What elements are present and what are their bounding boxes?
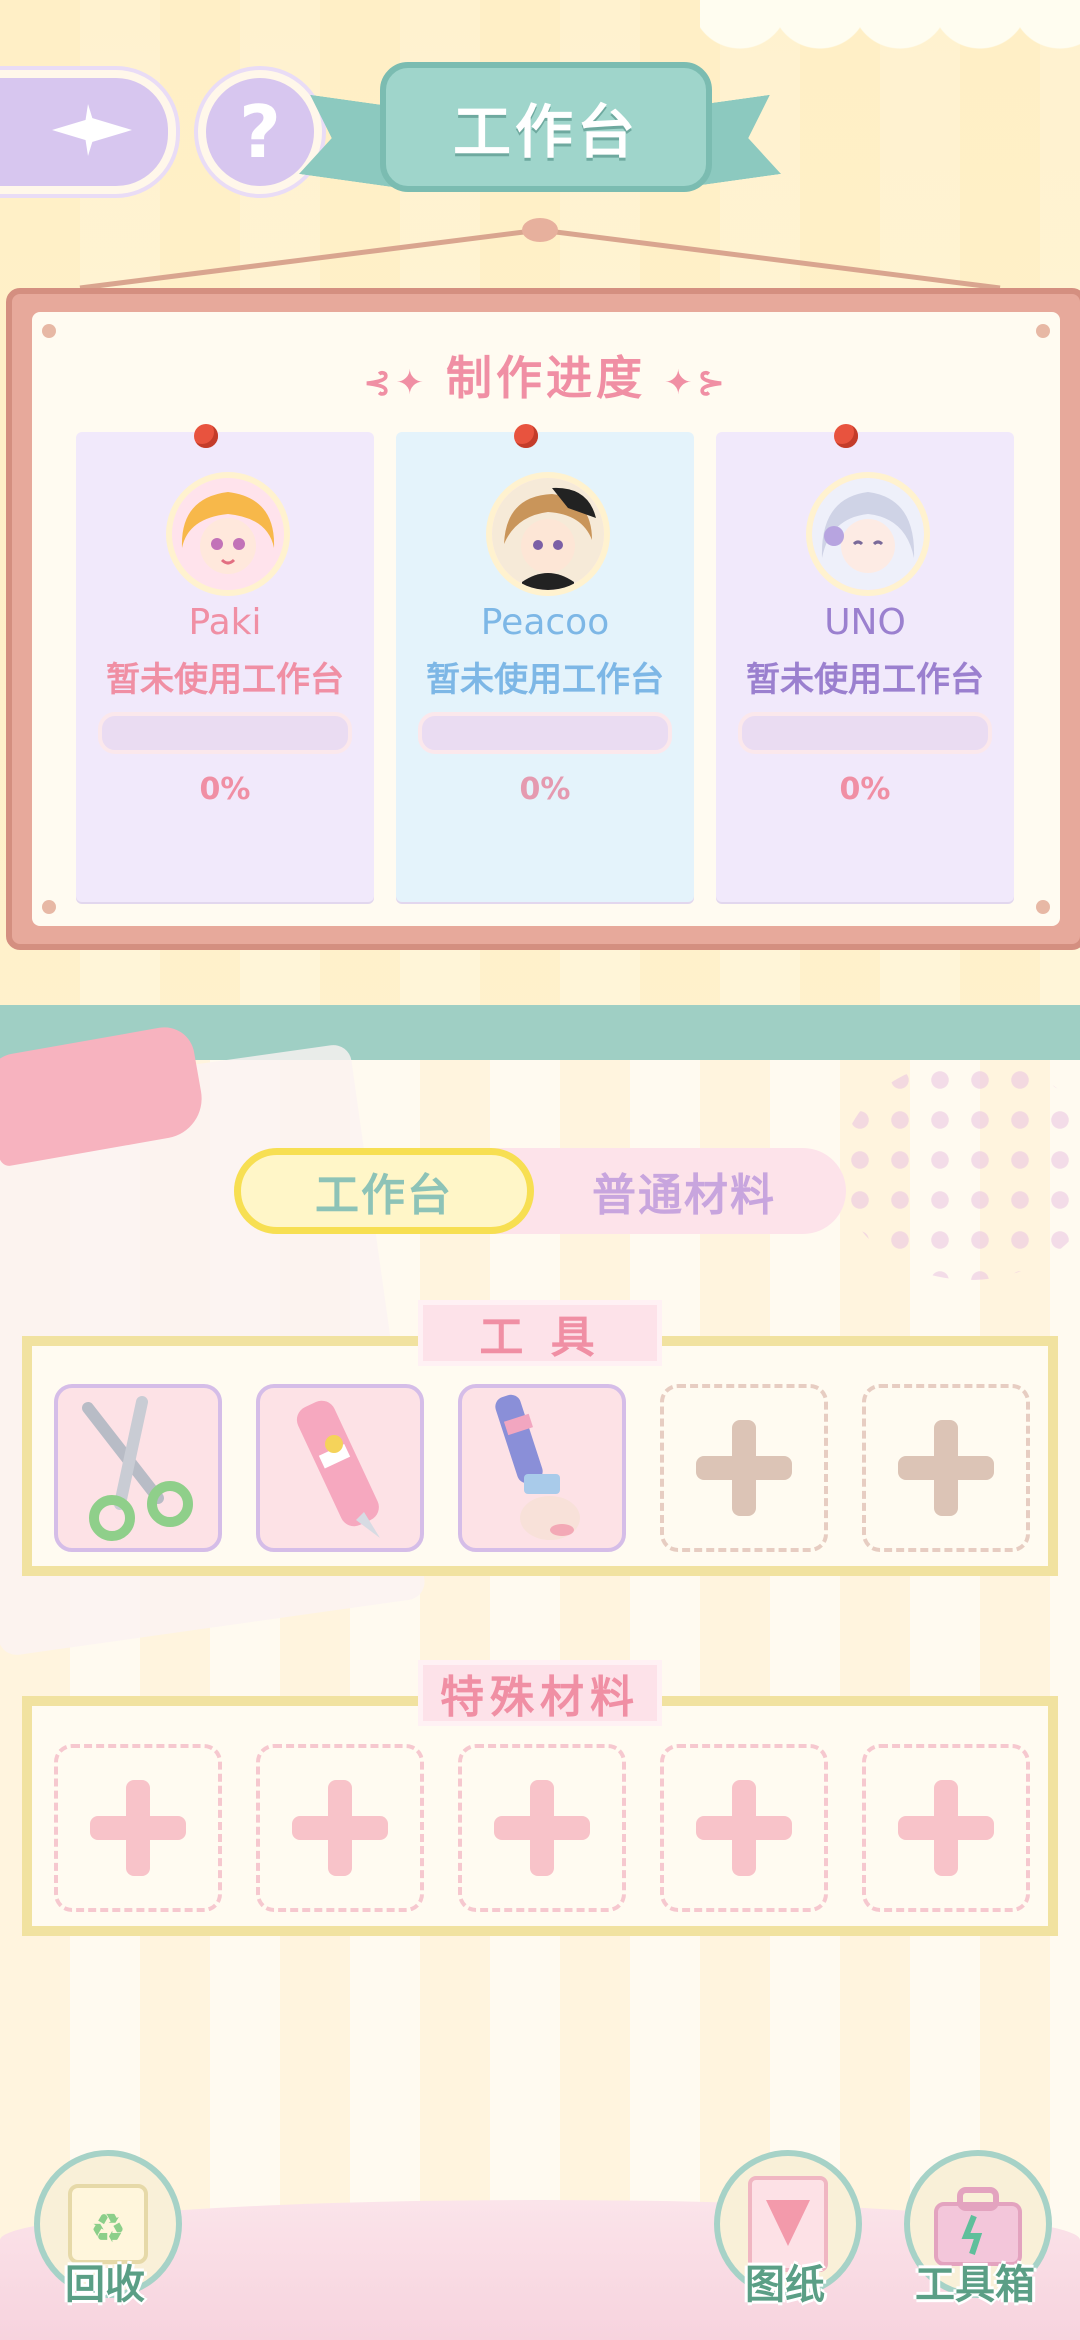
pushpin-icon [834, 424, 858, 448]
plus-icon [696, 1780, 792, 1876]
progress-bar [738, 712, 992, 754]
sparkle-icon: ⊰✦ [363, 363, 428, 403]
tab-workbench[interactable]: 工作台 [234, 1148, 534, 1234]
blueprint-button[interactable]: 图纸 [700, 2140, 870, 2310]
scissors-icon [82, 1396, 193, 1541]
progress-percent: 0% [199, 772, 251, 807]
plus-icon [494, 1780, 590, 1876]
tool-slot-brush[interactable] [458, 1384, 626, 1552]
board-pin [42, 324, 56, 338]
board-paper: ⊰✦ 制作进度 ✦⊱ Paki 暂未使用工作台 0% Peacoo 暂未使用工作… [32, 312, 1060, 926]
board-title: ⊰✦ 制作进度 ✦⊱ [363, 351, 729, 405]
progress-bar [418, 712, 672, 754]
page-title: 工作台 [380, 62, 712, 192]
tools-section [22, 1336, 1058, 1576]
plus-icon [696, 1420, 792, 1516]
tool-slot-knife[interactable] [256, 1384, 424, 1552]
progress-board: ⊰✦ 制作进度 ✦⊱ Paki 暂未使用工作台 0% Peacoo 暂未使用工作… [6, 288, 1080, 950]
paintbrush-icon [495, 1394, 580, 1540]
tool-slot-empty[interactable] [660, 1384, 828, 1552]
plus-icon [90, 1780, 186, 1876]
hanging-string [79, 218, 1001, 290]
progress-card-paki[interactable]: Paki 暂未使用工作台 0% [76, 424, 374, 902]
material-slot-empty[interactable] [256, 1744, 424, 1912]
material-slot-empty[interactable] [54, 1744, 222, 1912]
card-name: Peacoo [480, 602, 610, 643]
plus-icon [898, 1780, 994, 1876]
progress-card-peacoo[interactable]: Peacoo 暂未使用工作台 0% [396, 424, 694, 902]
card-status: 暂未使用工作台 [426, 660, 664, 700]
card-name: UNO [824, 602, 906, 643]
board-pin [1036, 900, 1050, 914]
material-slot-empty[interactable] [458, 1744, 626, 1912]
plus-icon [292, 1780, 388, 1876]
progress-percent: 0% [519, 772, 571, 807]
avatar-peacoo [486, 472, 610, 596]
progress-percent: 0% [839, 772, 891, 807]
avatar-uno [806, 472, 930, 596]
card-name: Paki [188, 602, 262, 643]
pushpin-icon [514, 424, 538, 448]
recycle-label: 回收 [65, 2262, 145, 2308]
recycle-button[interactable]: ♻ 回收 [20, 2140, 190, 2310]
plus-icon [898, 1420, 994, 1516]
material-slot-empty[interactable] [862, 1744, 1030, 1912]
blueprint-label: 图纸 [745, 2262, 825, 2308]
help-button[interactable]: ? [198, 70, 322, 194]
tools-section-title: 工 具 [418, 1300, 662, 1366]
sparkle-icon: ✦⊱ [664, 363, 729, 403]
card-status: 暂未使用工作台 [106, 660, 344, 700]
utility-knife-icon [296, 1400, 380, 1538]
progress-bar [98, 712, 352, 754]
material-slot-empty[interactable] [660, 1744, 828, 1912]
board-pin [1036, 324, 1050, 338]
tab-bar: 工作台 普通材料 [234, 1148, 846, 1234]
special-section-title: 特殊材料 [418, 1660, 662, 1726]
board-pin [42, 900, 56, 914]
svg-text:♻: ♻ [90, 2206, 126, 2252]
toolbox-button[interactable]: 工具箱 [890, 2140, 1060, 2310]
back-button[interactable] [0, 70, 176, 194]
toolbox-label: 工具箱 [915, 2262, 1035, 2308]
card-status: 暂未使用工作台 [746, 660, 984, 700]
special-materials-section [22, 1696, 1058, 1936]
progress-card-uno[interactable]: UNO 暂未使用工作台 0% [716, 424, 1014, 902]
compass-arrow-icon [52, 104, 132, 156]
avatar-paki [166, 472, 290, 596]
tool-slot-scissors[interactable] [54, 1384, 222, 1552]
tab-common-materials[interactable]: 普通材料 [534, 1148, 834, 1234]
question-icon: ? [239, 90, 281, 174]
pushpin-icon [194, 424, 218, 448]
title-banner: 工作台 [310, 62, 770, 192]
tool-slot-empty[interactable] [862, 1384, 1030, 1552]
